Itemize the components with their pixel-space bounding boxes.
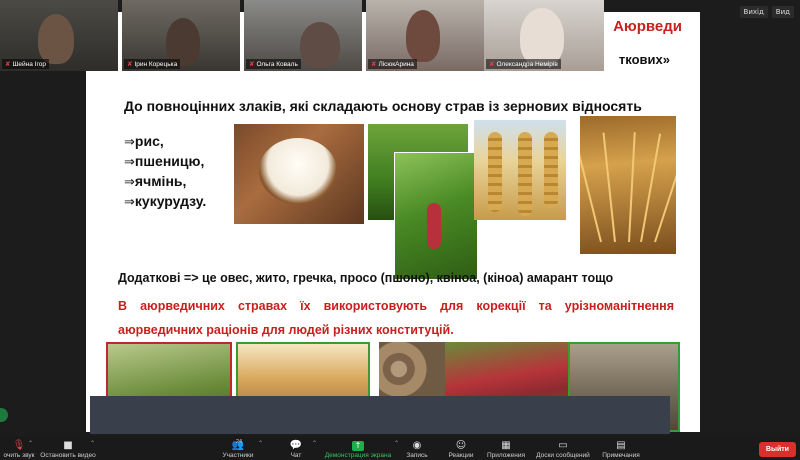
chevron-up-icon[interactable]: ⌃ — [90, 440, 95, 447]
corn-plant-photo — [394, 152, 478, 280]
grain-item: ⇒ячмінь, — [124, 173, 187, 190]
rice-bowl-photo — [234, 124, 364, 224]
stop-video-button[interactable]: ■ Остановить видео — [40, 436, 96, 460]
whiteboard-button[interactable]: ▭ Доски сообщений — [532, 436, 594, 460]
participants-button[interactable]: 👥 24 Участники — [218, 436, 258, 460]
participant-label: ✘ Ірин Корецька — [124, 59, 181, 69]
video-icon: ■ — [63, 440, 73, 451]
additional-grains-text: Додаткові => це овес, жито, гречка, прос… — [118, 271, 614, 285]
mic-off-icon: ✘ — [5, 60, 11, 68]
video-tile[interactable]: ✘ Шейна Ігор — [0, 0, 118, 71]
video-tile[interactable]: ✘ Олександра Немірів — [484, 0, 604, 71]
view-controls: Вихід Вид — [739, 6, 794, 18]
chevron-up-icon[interactable]: ⌃ — [28, 440, 33, 447]
arrow-icon: ⇒ — [124, 135, 135, 150]
record-button[interactable]: ◉ Запись — [402, 436, 432, 460]
side-indicator[interactable] — [0, 408, 8, 422]
exit-view-button[interactable]: Вихід — [739, 6, 768, 18]
share-screen-button[interactable]: ↑ Демонстрация экрана — [322, 436, 394, 460]
mic-off-icon: ✘ — [127, 60, 133, 68]
participant-label: ✘ Шейна Ігор — [2, 59, 49, 69]
meeting-toolbar: 🎙 очить звук ⌃ ■ Остановить видео ⌃ 👥 24… — [0, 436, 800, 460]
video-tile[interactable]: ✘ ЛісюкАрина — [366, 0, 484, 71]
wheat-ears-photo — [474, 120, 566, 220]
whiteboard-icon: ▭ — [558, 440, 568, 451]
view-button[interactable]: Вид — [771, 6, 794, 18]
chevron-up-icon[interactable]: ⌃ — [258, 440, 263, 447]
notes-icon: ▤ — [616, 440, 626, 451]
notes-button[interactable]: ▤ Примечания — [598, 436, 644, 460]
grain-item: ⇒пшеницю, — [124, 153, 205, 170]
screen-share-overlay — [90, 396, 670, 434]
participant-label: ✘ Ольга Коваль — [246, 59, 301, 69]
video-tile[interactable]: ✘ Ірин Корецька — [122, 0, 240, 71]
reactions-button[interactable]: ☺ Реакции — [444, 436, 478, 460]
video-tile[interactable]: ✘ Ольга Коваль — [244, 0, 362, 71]
record-icon: ◉ — [412, 440, 422, 451]
participant-label: ✘ Олександра Немірів — [486, 59, 561, 69]
chat-icon: 💬 — [289, 440, 303, 451]
mic-off-icon: ✘ — [249, 60, 255, 68]
video-gallery-strip: ✘ Шейна Ігор ✘ Ірин Корецька ✘ Ольга Коваль… — [0, 0, 800, 72]
zoom-meeting-window: Аюрведи ткових» До повноцінних злаків, я… — [0, 0, 800, 460]
participant-label: ✘ ЛісюкАрина — [368, 59, 417, 69]
grain-item: ⇒кукурудзу. — [124, 193, 207, 210]
shared-slide: Аюрведи ткових» До повноцінних злаків, я… — [86, 12, 700, 432]
arrow-icon: ⇒ — [124, 195, 135, 210]
apps-icon: ▦ — [501, 440, 511, 451]
barley-photo — [580, 116, 676, 254]
chat-button[interactable]: 💬 Чат — [282, 436, 310, 460]
reactions-icon: ☺ — [455, 440, 467, 451]
ayurveda-usage-text: В аюрведичних стравах їх використовують … — [118, 299, 674, 337]
chevron-up-icon[interactable]: ⌃ — [394, 440, 399, 447]
arrow-icon: ⇒ — [124, 155, 135, 170]
mic-off-icon: ✘ — [371, 60, 377, 68]
grain-item: ⇒рис, — [124, 133, 164, 150]
participant-count: 24 — [236, 439, 243, 445]
grain-list: ⇒рис, ⇒пшеницю, ⇒ячмінь, ⇒кукурудзу. — [124, 132, 206, 212]
mic-off-icon: ✘ — [489, 60, 495, 68]
apps-button[interactable]: ▦ Приложения — [485, 436, 527, 460]
slide-intro-text: До повноцінних злаків, які складають осн… — [124, 98, 642, 114]
mic-off-icon: 🎙 — [12, 440, 26, 451]
chevron-up-icon[interactable]: ⌃ — [312, 440, 317, 447]
share-screen-icon: ↑ — [351, 441, 365, 451]
arrow-icon: ⇒ — [124, 175, 135, 190]
leave-meeting-button[interactable]: Выйти — [758, 442, 796, 457]
